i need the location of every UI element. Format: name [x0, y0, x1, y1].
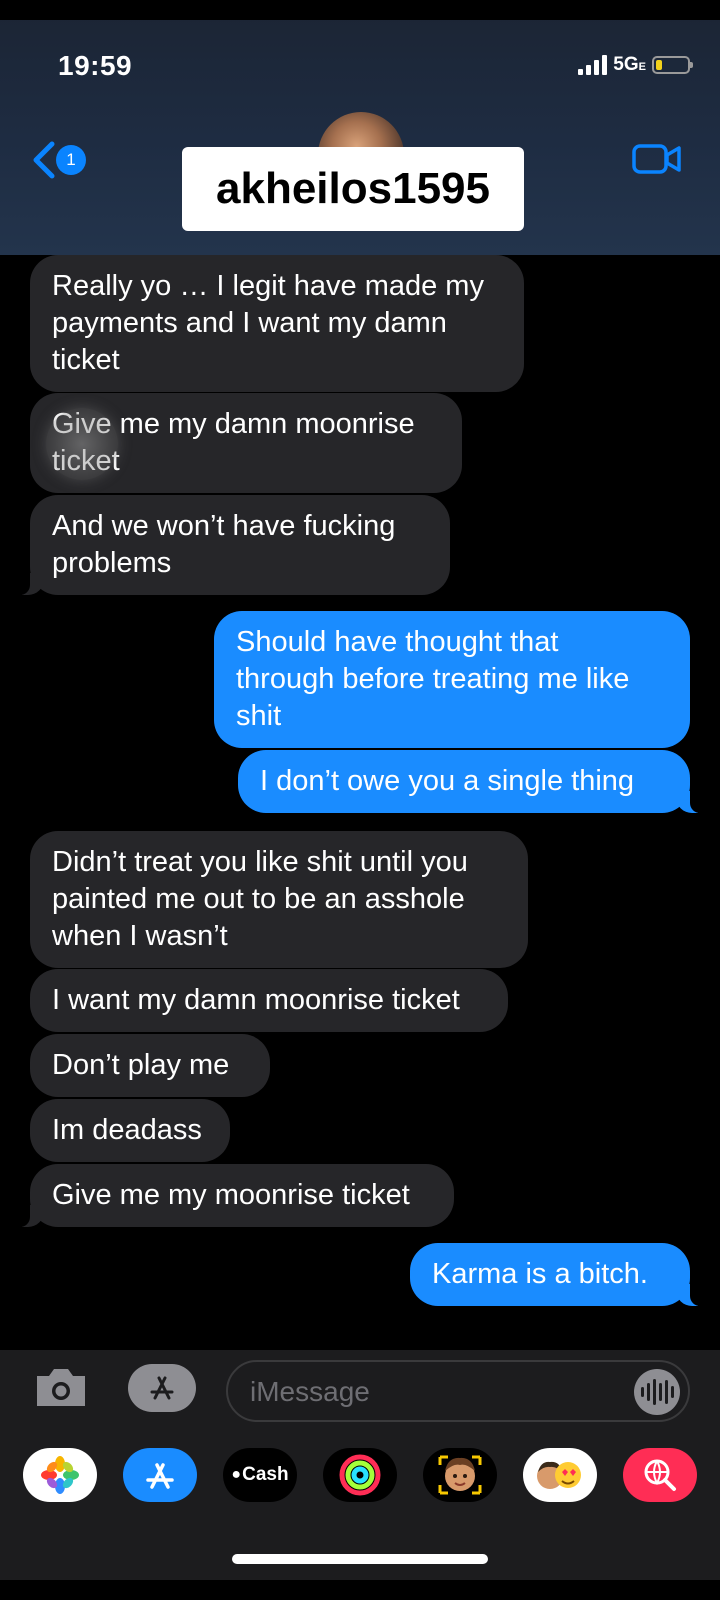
cash-app-label: Cash [242, 1464, 289, 1485]
screen-bottom-edge [0, 1580, 720, 1600]
message-bubble-incoming[interactable]: Don’t play me [30, 1034, 270, 1097]
message-bubble-incoming[interactable]: Im deadass [30, 1099, 230, 1162]
message-bubble-outgoing[interactable]: Karma is a bitch. [410, 1243, 704, 1306]
audio-message-button[interactable] [634, 1369, 680, 1415]
cellular-signal-icon [578, 55, 608, 75]
network-type: 5GE [613, 54, 646, 75]
status-indicators: 5GE [578, 54, 693, 76]
battery-icon [652, 56, 693, 74]
message-bubble-incoming[interactable]: Give me my moonrise ticket [16, 1164, 454, 1227]
emoji-stickers-icon [537, 1461, 581, 1489]
message-input-placeholder: iMessage [250, 1376, 370, 1407]
memoji-face-icon [438, 1455, 482, 1495]
message-bubble-outgoing[interactable]: I don’t owe you a single thing [238, 750, 704, 813]
memoji-app-icon[interactable] [423, 1448, 497, 1502]
message-bubble-incoming[interactable]: I want my damn moonrise ticket [30, 969, 508, 1032]
unread-count-badge: 1 [56, 145, 86, 175]
activity-app-icon[interactable] [323, 1448, 397, 1502]
status-time: 19:59 [58, 50, 133, 81]
apps-button[interactable] [128, 1364, 196, 1412]
web-images-app-icon[interactable] [623, 1448, 697, 1502]
back-button[interactable]: 1 [30, 140, 86, 180]
photos-flower-icon [41, 1456, 79, 1494]
message-bubble-incoming[interactable]: Didn’t treat you like shit until you pai… [30, 831, 528, 968]
app-store-glyph-icon [146, 1463, 174, 1489]
message-bubble-incoming[interactable]: Really yo … I legit have made my payment… [30, 255, 524, 392]
message-bubble-incoming[interactable]: And we won’t have fucking problems [16, 495, 450, 595]
message-input[interactable]: iMessage [226, 1360, 690, 1422]
contact-name[interactable]: akheilos1595 [182, 147, 524, 231]
video-camera-icon [632, 144, 681, 174]
animoji-stickers-app-icon[interactable] [523, 1448, 597, 1502]
screen-top-edge [0, 0, 720, 20]
camera-button[interactable] [33, 1366, 89, 1415]
cash-app-icon[interactable]: ● Cash [223, 1448, 297, 1502]
home-indicator[interactable] [232, 1554, 488, 1564]
app-store-icon [150, 1376, 174, 1400]
compose-bar: iMessage [0, 1350, 720, 1430]
touch-indicator [46, 408, 118, 480]
activity-rings-icon [339, 1454, 381, 1496]
app-drawer-list: ● Cash [0, 1448, 720, 1502]
facetime-video-button[interactable] [632, 143, 682, 180]
conversation-header: 19:59 5GE 1 akheilos1595 [0, 0, 720, 255]
app-store-app-icon[interactable] [123, 1448, 197, 1502]
app-drawer: ● Cash [0, 1430, 720, 1600]
message-bubble-outgoing[interactable]: Should have thought that through before … [214, 611, 690, 748]
globe-search-icon [644, 1459, 676, 1491]
apple-logo-icon: ● [231, 1466, 242, 1483]
chevron-left-icon [33, 141, 55, 179]
photos-app-icon[interactable] [23, 1448, 97, 1502]
camera-icon [37, 1369, 85, 1406]
message-list[interactable]: Really yo … I legit have made my payment… [0, 255, 720, 1350]
